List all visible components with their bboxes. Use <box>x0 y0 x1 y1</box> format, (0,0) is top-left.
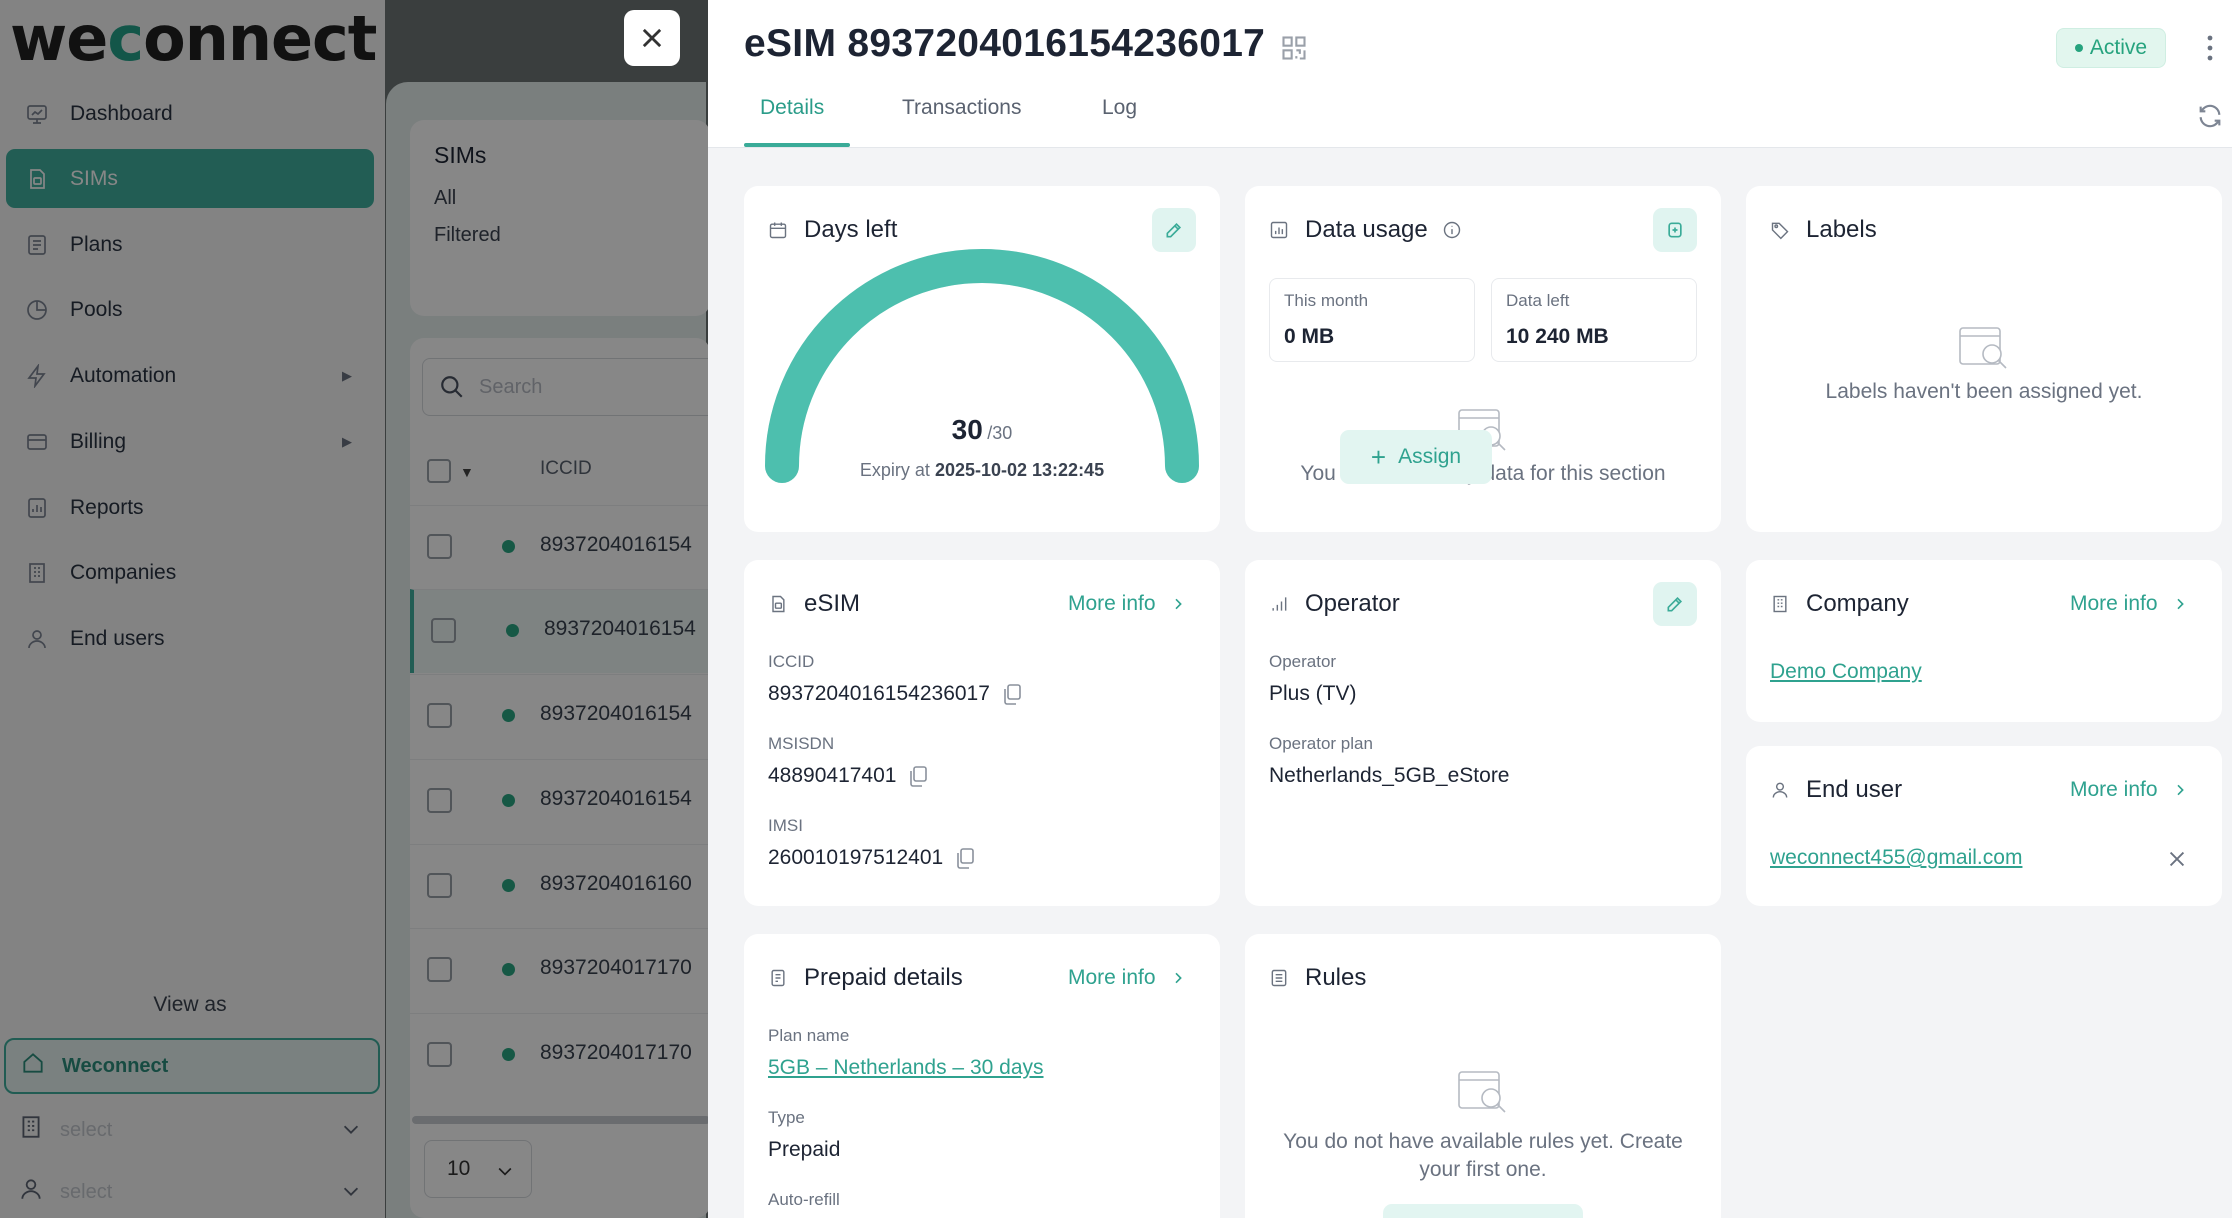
company-card: Company More info Demo Company <box>1746 560 2222 722</box>
card-title: Company <box>1770 590 1909 618</box>
imsi-label: IMSI <box>768 816 803 835</box>
empty-message: You do not have available rules yet. Cre… <box>1283 1130 1683 1181</box>
card-title: eSIM <box>768 590 860 618</box>
chevron-right-icon <box>2176 784 2184 796</box>
iccid-label: ICCID <box>768 652 815 671</box>
card-title: Operator <box>1269 590 1400 618</box>
company-link[interactable]: Demo Company <box>1770 660 1922 684</box>
operator-value: Plus (TV) <box>1269 682 1357 705</box>
plan-name-label: Plan name <box>768 1026 850 1045</box>
edit-icon <box>1667 596 1683 612</box>
msisdn-value: 48890417401 <box>768 764 928 788</box>
chart-icon <box>1270 221 1288 239</box>
info-icon[interactable] <box>1442 220 1462 240</box>
tag-icon <box>1771 222 1789 240</box>
panel-header: eSIM 8937204016154236017 Active Details … <box>708 0 2232 148</box>
receipt-icon <box>771 969 785 987</box>
copy-icon[interactable] <box>908 765 928 787</box>
company-more-info-link[interactable]: More info <box>2070 592 2188 616</box>
esim-card: eSIM More info ICCID 8937204016154236017… <box>744 560 1220 906</box>
plan-name-link[interactable]: 5GB – Netherlands – 30 days <box>768 1056 1044 1080</box>
operator-plan-label: Operator plan <box>1269 734 1373 753</box>
tab-log[interactable]: Log <box>1102 96 1137 120</box>
qr-code-icon[interactable] <box>1280 34 1308 62</box>
rules-card: Rules You do not have available rules ye… <box>1245 934 1721 1218</box>
data-left-stat: Data left 10 240 MB <box>1491 278 1697 362</box>
status-badge: Active <box>2056 28 2166 68</box>
page-title: eSIM 8937204016154236017 <box>744 22 1266 65</box>
operator-plan-value: Netherlands_5GB_eStore <box>1269 764 1510 787</box>
refresh-icon[interactable] <box>2196 102 2224 130</box>
type-label: Type <box>768 1108 805 1127</box>
empty-search-icon <box>1458 1071 1506 1113</box>
data-settings-button[interactable] <box>1653 208 1697 252</box>
close-icon <box>642 28 662 48</box>
building-icon <box>1773 595 1787 613</box>
end-user-card: End user More info weconnect455@gmail.co… <box>1746 746 2222 906</box>
sim-icon <box>772 595 785 613</box>
this-month-stat: This month 0 MB <box>1269 278 1475 362</box>
tab-transactions[interactable]: Transactions <box>902 96 1021 120</box>
chevron-right-icon <box>2176 598 2184 610</box>
chevron-right-icon <box>1174 972 1182 984</box>
type-value: Prepaid <box>768 1138 841 1161</box>
copy-icon[interactable] <box>1002 683 1022 705</box>
operator-label: Operator <box>1269 652 1337 671</box>
empty-search-icon <box>1959 327 2007 369</box>
empty-message: Labels haven't been assigned yet. <box>1825 380 2143 403</box>
close-button[interactable] <box>624 10 680 66</box>
operator-card: Operator Operator Plus (TV) Operator pla… <box>1245 560 1721 906</box>
iccid-value: 8937204016154236017 <box>768 682 1022 706</box>
days-left-value: 30 /30 <box>951 414 1013 445</box>
user-icon <box>1772 782 1788 798</box>
data-icon <box>1668 222 1682 238</box>
end-user-more-info-link[interactable]: More info <box>2070 778 2188 802</box>
card-title: Rules <box>1269 964 1366 992</box>
prepaid-details-card: Prepaid details More info Plan name 5GB … <box>744 934 1220 1218</box>
card-title: Labels <box>1770 216 1877 244</box>
card-title: Prepaid details <box>768 964 963 992</box>
imsi-value: 260010197512401 <box>768 846 975 870</box>
card-title: End user <box>1770 776 1902 804</box>
prepaid-more-info-link[interactable]: More info <box>1068 966 1186 990</box>
modal-backdrop[interactable] <box>0 0 708 1218</box>
labels-card: Labels Labels haven't been assigned yet. <box>1746 186 2222 532</box>
expiry-text: Expiry at 2025-10-02 13:22:45 <box>859 460 1105 480</box>
days-left-card: Days left 30 /30 Expiry at 2025-10-02 13… <box>744 186 1220 532</box>
card-title: Data usage <box>1269 216 1478 244</box>
tab-details[interactable]: Details <box>760 96 824 120</box>
auto-refill-label: Auto-refill <box>768 1190 840 1209</box>
create-rule-button[interactable] <box>1383 1204 1583 1218</box>
active-tab-indicator <box>744 143 850 147</box>
esim-more-info-link[interactable]: More info <box>1068 592 1186 616</box>
signal-icon <box>1272 597 1287 611</box>
msisdn-label: MSISDN <box>768 734 835 753</box>
assign-button[interactable]: + Assign <box>1340 430 1492 484</box>
end-user-email-link[interactable]: weconnect455@gmail.com <box>1770 846 2022 870</box>
esim-detail-panel: eSIM 8937204016154236017 Active Details … <box>708 0 2232 1218</box>
edit-button[interactable] <box>1653 582 1697 626</box>
close-icon[interactable] <box>2166 848 2188 870</box>
chevron-right-icon <box>1174 598 1182 610</box>
more-options-icon[interactable] <box>2204 32 2216 64</box>
copy-icon[interactable] <box>955 847 975 869</box>
rules-icon <box>1271 969 1287 987</box>
